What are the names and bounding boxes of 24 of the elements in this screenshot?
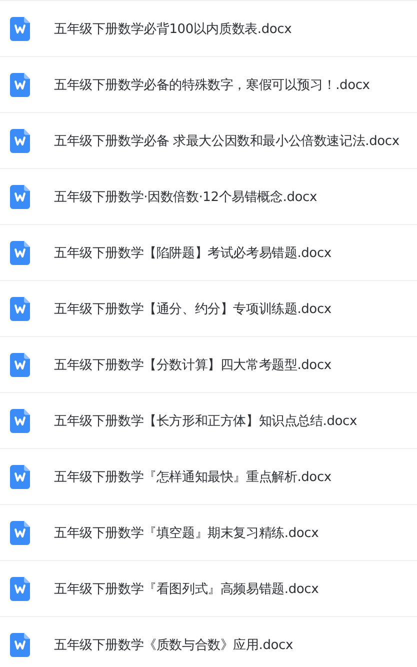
document-icon bbox=[10, 296, 30, 320]
document-icon bbox=[10, 352, 30, 376]
file-name[interactable]: 五年级下册数学【通分、约分】专项训练题.docx bbox=[54, 300, 332, 318]
file-name[interactable]: 五年级下册数学必备 求最大公因数和最小公倍数速记法.docx bbox=[54, 132, 400, 150]
file-name[interactable]: 五年级下册数学『看图列式』高频易错题.docx bbox=[54, 580, 319, 598]
document-icon bbox=[10, 184, 30, 208]
document-icon bbox=[10, 16, 30, 40]
file-name[interactable]: 五年级下册数学『填空题』期末复习精练.docx bbox=[54, 524, 319, 542]
file-name[interactable]: 五年级下册数学·因数倍数·12个易错概念.docx bbox=[54, 188, 317, 206]
document-icon bbox=[10, 72, 30, 96]
document-icon bbox=[10, 632, 30, 656]
document-icon bbox=[10, 576, 30, 600]
document-icon bbox=[10, 128, 30, 152]
document-icon bbox=[10, 464, 30, 488]
file-name[interactable]: 五年级下册数学《质数与合数》应用.docx bbox=[54, 636, 293, 654]
file-name[interactable]: 五年级下册数学【分数计算】四大常考题型.docx bbox=[54, 356, 332, 374]
file-name[interactable]: 五年级下册数学『怎样通知最快』重点解析.docx bbox=[54, 468, 332, 486]
file-name[interactable]: 五年级下册数学【长方形和正方体】知识点总结.docx bbox=[54, 412, 357, 430]
document-icon bbox=[10, 408, 30, 432]
file-name[interactable]: 五年级下册数学必备的特殊数字，寒假可以预习！.docx bbox=[54, 76, 370, 94]
file-name[interactable]: 五年级下册数学【陷阱题】考试必考易错题.docx bbox=[54, 244, 332, 262]
document-icon bbox=[10, 240, 30, 264]
file-name[interactable]: 五年级下册数学必背100以内质数表.docx bbox=[54, 20, 292, 38]
document-icon bbox=[10, 520, 30, 544]
